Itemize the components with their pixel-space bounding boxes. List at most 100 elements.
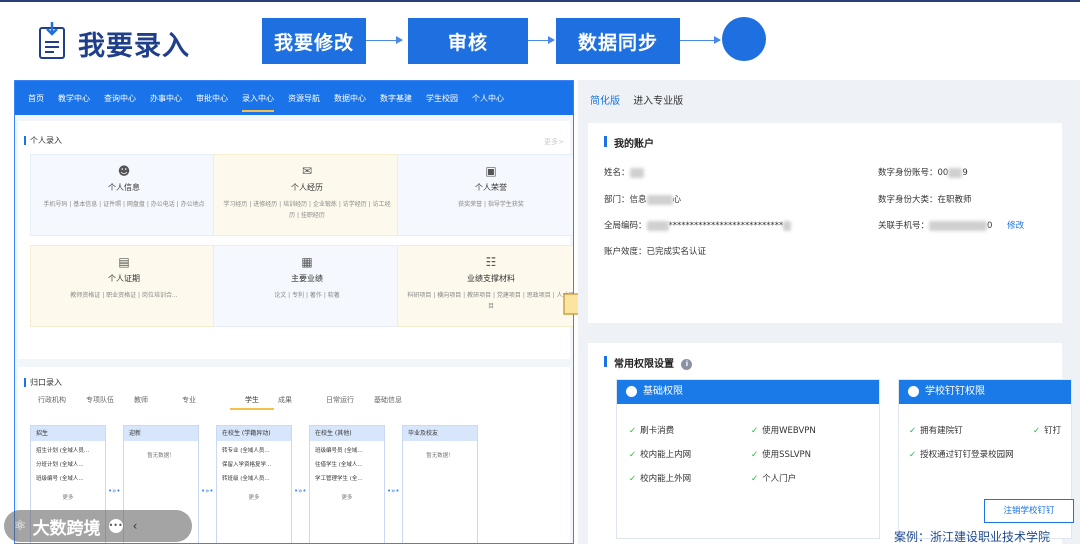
- tab-active[interactable]: 学生: [230, 395, 274, 410]
- tab[interactable]: 日常运行: [326, 395, 374, 410]
- flow-arrow-icon: •»•: [294, 487, 307, 495]
- section-title: 归口录入: [18, 377, 570, 388]
- nav-item[interactable]: 教学中心: [58, 83, 90, 114]
- dept-value: 信息: [629, 195, 647, 205]
- badge-icon: ▣: [485, 164, 497, 178]
- mail-icon: ✉: [301, 164, 313, 178]
- more-icon[interactable]: •••: [108, 519, 123, 533]
- chart-icon: ▦: [301, 255, 313, 269]
- card-personal-experience[interactable]: ✉ 个人经历 学习经历 | 进修经历 | 培训经历 | 企业锻炼 | 访学经历 …: [213, 154, 401, 236]
- permission-title-text: 常用权限设置: [614, 359, 674, 370]
- personal-entry-section: 个人录入 更多> ☻ 个人信息 手机号码 | 基本信息 | 证件照 | 网盘盘 …: [18, 121, 573, 359]
- permission-title: 常用权限设置 i: [604, 355, 693, 370]
- check-icon: ✓: [909, 426, 917, 436]
- nav-item[interactable]: 资源导航: [288, 83, 320, 114]
- flow-item[interactable]: 往借学生 (全域人...: [310, 455, 384, 469]
- tab[interactable]: 专项队伍: [86, 395, 134, 410]
- step-review: 审核: [408, 18, 528, 64]
- watermark: ⚛ 大数跨境 ••• ‹: [4, 510, 192, 542]
- redacted: [646, 194, 673, 205]
- card-sub: 教师资格证 | 职业资格证 | 岗位培训合...: [70, 292, 178, 299]
- perm-item: ✓ 校内能上外网: [629, 472, 691, 484]
- perm-item: ✓ 刷卡消费: [629, 424, 674, 436]
- perm-item: ✓ 使用SSLVPN: [751, 448, 811, 460]
- dingtalk-permission-title: 学校钉钉权限: [899, 380, 1071, 404]
- flow-card-title: 毕业及校友: [403, 426, 477, 441]
- flow-item[interactable]: 分班计划 (全域人...: [31, 455, 105, 469]
- step-modify: 我要修改: [262, 18, 366, 64]
- validity-row: 账户效度：已完成实名认证: [604, 245, 706, 257]
- tab-simple[interactable]: 简化版: [590, 96, 620, 107]
- tab[interactable]: 行政机构: [38, 395, 86, 410]
- phone-row: 关联手机号： 0 修改: [878, 219, 1024, 231]
- flow-card-other[interactable]: 在校生 (其他) 班级编号员 (全域... 往借学生 (全域人... 学工管理学…: [309, 425, 385, 543]
- tab[interactable]: 基础信息: [374, 395, 422, 410]
- redacted: [629, 167, 644, 178]
- card-sub: 论文 | 专利 | 著作 | 软著: [274, 292, 340, 299]
- card-personal-info[interactable]: ☻ 个人信息 手机号码 | 基本信息 | 证件照 | 网盘盘 | 办公电话 | …: [30, 154, 218, 236]
- digital-class-label: 数字身份大类：: [878, 195, 938, 205]
- flow-item[interactable]: 保留入学资格复学...: [217, 455, 291, 469]
- digital-id-row: 数字身份账号：00 9: [878, 166, 968, 178]
- flow-item[interactable]: 学工管理学生 (全...: [310, 469, 384, 483]
- flow-empty: 暂无数据！: [426, 453, 454, 459]
- tab[interactable]: 专业: [182, 395, 230, 410]
- flow-item[interactable]: 班级编号 (全域人...: [31, 469, 105, 483]
- card-support-materials[interactable]: ☷ 业绩支撑材料 科研项目 | 横向项目 | 教研项目 | 党建项目 | 思政项…: [397, 245, 573, 327]
- perm-label: 使用WEBVPN: [762, 426, 816, 436]
- card-personal-honor[interactable]: ▣ 个人荣誉 获奖荣誉 | 指导学生获奖: [397, 154, 573, 236]
- flow-more[interactable]: 更多: [310, 493, 384, 501]
- nav-item[interactable]: 首页: [28, 83, 44, 114]
- perm-label: 刷卡消费: [640, 426, 675, 436]
- validity-value: 已完成实名认证: [646, 247, 707, 257]
- flow-item[interactable]: 转专业 (全域人员...: [217, 441, 291, 455]
- nav-item[interactable]: 数字基建: [380, 83, 412, 114]
- perm-label: 使用SSLVPN: [762, 450, 812, 460]
- flow-card-alumni[interactable]: 毕业及校友 暂无数据！: [402, 425, 478, 543]
- nav-item[interactable]: 审批中心: [196, 83, 228, 114]
- flow-item[interactable]: 班级编号员 (全域...: [310, 441, 384, 455]
- more-link[interactable]: 更多>: [544, 137, 564, 147]
- card-sub: 获奖荣誉 | 指导学生获奖: [458, 201, 524, 208]
- card-main-performance[interactable]: ▦ 主要业绩 论文 | 专利 | 著作 | 软著: [213, 245, 401, 327]
- dept-label: 部门：: [604, 195, 630, 205]
- redacted: [646, 220, 669, 231]
- flow-item[interactable]: 转班级 (全域人员...: [217, 469, 291, 483]
- nav-item[interactable]: 个人中心: [472, 83, 504, 114]
- nav-item[interactable]: 办事中心: [150, 83, 182, 114]
- section-title: 个人录入: [18, 135, 570, 146]
- flow-more[interactable]: 更多: [217, 493, 291, 501]
- perm-item: ✓ 拥有建院钉: [909, 424, 963, 436]
- document-icon: ☷: [485, 255, 497, 269]
- tab[interactable]: 教师: [134, 395, 182, 410]
- tab[interactable]: 成果: [278, 395, 326, 410]
- phone-label: 关联手机号：: [878, 221, 930, 231]
- logout-dingtalk-button[interactable]: 注销学校钉钉: [984, 499, 1074, 523]
- flow-item[interactable]: 招生计划 (全域人员...: [31, 441, 105, 455]
- check-icon: ✓: [751, 426, 759, 436]
- flow-more[interactable]: 更多: [31, 493, 105, 501]
- dept-value: 心: [672, 195, 682, 205]
- certificate-icon: ▤: [118, 255, 130, 269]
- card-personal-certificate[interactable]: ▤ 个人证期 教师资格证 | 职业资格证 | 岗位培训合...: [30, 245, 218, 327]
- tab-professional[interactable]: 进入专业版: [633, 96, 683, 107]
- card-title: 个人经历: [291, 183, 323, 192]
- flow-arrow-icon: •»•: [201, 487, 214, 495]
- back-icon[interactable]: ‹: [133, 519, 138, 533]
- modify-link[interactable]: 修改: [1007, 221, 1024, 231]
- card-title: 个人信息: [108, 183, 140, 192]
- flow-end-circle: [722, 17, 766, 61]
- perm-label: 授权通过钉钉登录校园网: [920, 450, 1014, 460]
- info-icon[interactable]: i: [681, 359, 693, 370]
- page-title: 我要录入: [78, 31, 190, 62]
- nav-item[interactable]: 查询中心: [104, 83, 136, 114]
- dept-tabs: 行政机构 专项队伍 教师 专业 学生 成果 日常运行 基础信息: [38, 395, 422, 410]
- nav-item[interactable]: 数据中心: [334, 83, 366, 114]
- card-sub: 手机号码 | 基本信息 | 证件照 | 网盘盘 | 办公电话 | 办公地点: [43, 201, 205, 208]
- nav-item-active[interactable]: 录入中心: [242, 83, 274, 114]
- perm-item: ✓ 使用WEBVPN: [751, 424, 816, 436]
- nav-item[interactable]: 学生校园: [426, 83, 458, 114]
- flow-card-title: 招生: [31, 426, 105, 441]
- flow-card-status-change[interactable]: 在校生 (学籍异动) 转专业 (全域人员... 保留入学资格复学... 转班级 …: [216, 425, 292, 543]
- perm-label: 拥有建院钉: [920, 426, 963, 436]
